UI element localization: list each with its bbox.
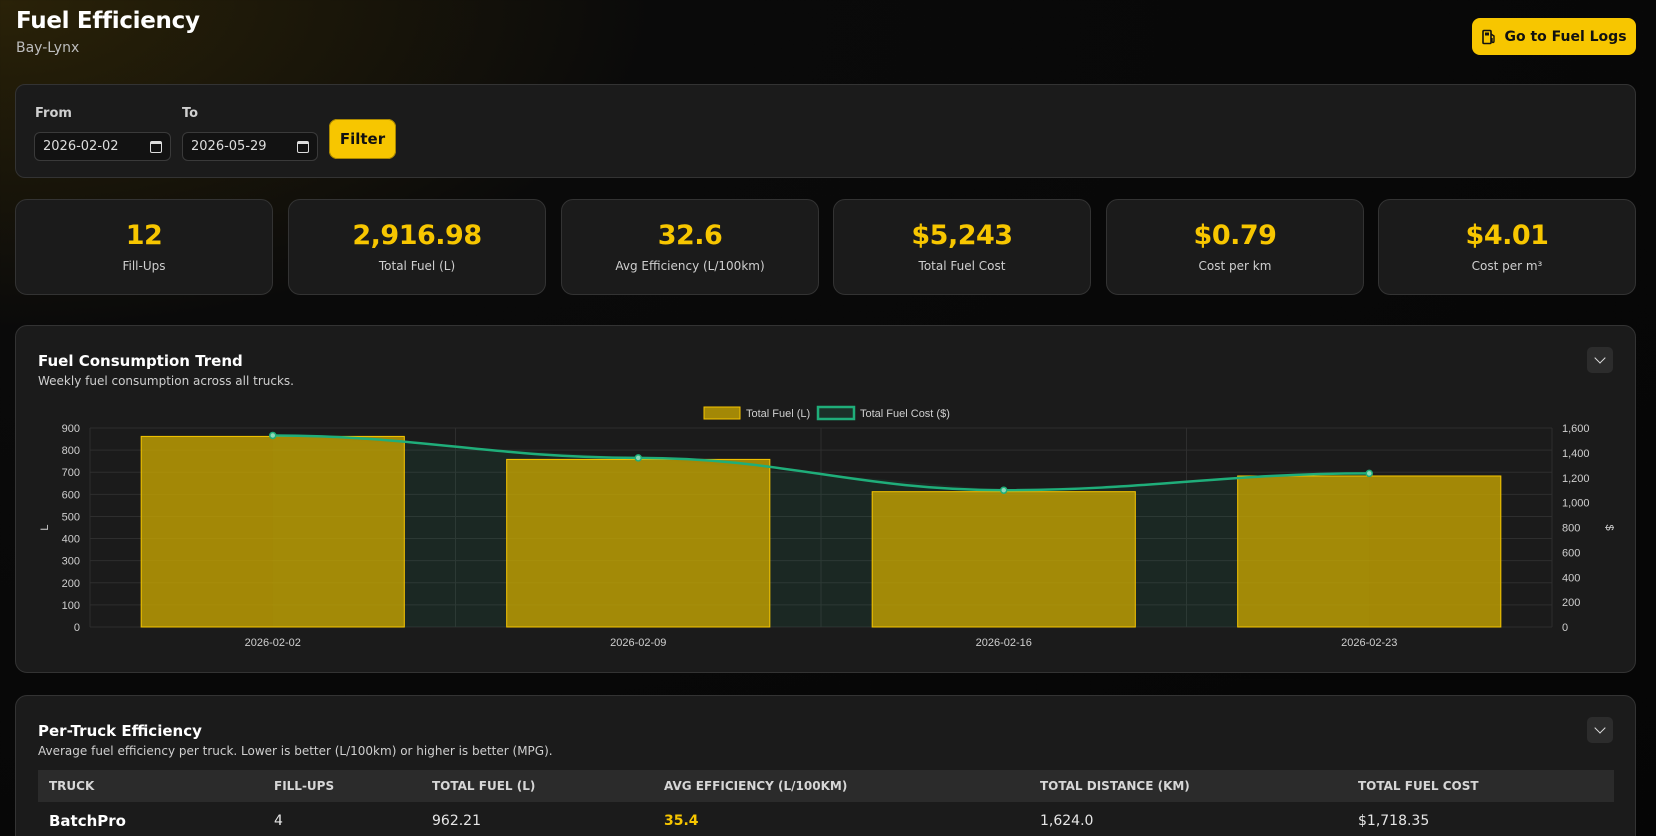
stat-label: Cost per km	[1198, 259, 1272, 273]
y2-tick-label: 1,600	[1562, 423, 1590, 435]
stat-value: 2,916.98	[352, 220, 482, 251]
column-header-total-fuel[interactable]: Total Fuel (L)	[421, 770, 653, 802]
cost-point	[269, 431, 277, 440]
cell-fill-ups: 4	[274, 813, 283, 829]
y2-tick-label: 1,400	[1562, 448, 1590, 460]
y2-axis-label: $	[1603, 524, 1615, 530]
stat-value: $4.01	[1465, 220, 1549, 251]
stat-card-total-fuel: 2,916.98 Total Fuel (L)	[288, 199, 546, 295]
cell-total-distance: 1,624.0	[1040, 813, 1094, 829]
y-tick-label: 400	[62, 534, 80, 546]
legend-label-fuel: Total Fuel (L)	[746, 408, 810, 420]
cost-point	[1000, 486, 1008, 494]
column-header-fill-ups[interactable]: Fill-Ups	[263, 770, 421, 802]
to-date-input[interactable]: 2026-05-29	[182, 132, 318, 161]
efficiency-table: Truck Fill-Ups Total Fuel (L) Avg Effici…	[38, 770, 1614, 836]
y-tick-label: 900	[62, 423, 80, 435]
chevron-down-icon	[1594, 722, 1606, 734]
fuel-trend-chart: 0 100 200 300 400 500 600 700 800 900 0 200 400 600 80…	[39, 405, 1615, 649]
from-date-value: 2026-02-02	[43, 139, 119, 154]
go-to-fuel-logs-label: Go to Fuel Logs	[1504, 28, 1627, 45]
go-to-fuel-logs-button[interactable]: Go to Fuel Logs	[1472, 18, 1636, 55]
legend-swatch-fuel	[703, 406, 741, 420]
y-tick-label: 0	[74, 622, 80, 634]
stat-card-fill-ups: 12 Fill-Ups	[15, 199, 273, 295]
collapse-button[interactable]	[1587, 717, 1613, 743]
column-header-avg-efficiency[interactable]: Avg Efficiency (L/100km)	[653, 770, 1029, 802]
x-tick-label: 2026-02-16	[976, 637, 1032, 649]
fuel-bar	[871, 491, 1136, 628]
y-tick-label: 700	[62, 467, 80, 479]
column-header-total-distance[interactable]: Total Distance (km)	[1029, 770, 1347, 802]
y-tick-label: 800	[62, 445, 80, 457]
cost-point	[1365, 469, 1373, 478]
legend-swatch-cost	[816, 405, 856, 421]
stat-card-total-fuel-cost: $5,243 Total Fuel Cost	[833, 199, 1091, 295]
cell-avg-efficiency: 35.4	[664, 813, 699, 829]
to-date-value: 2026-05-29	[191, 139, 267, 154]
y2-tick-label: 600	[1562, 547, 1580, 559]
table-header-row: Truck Fill-Ups Total Fuel (L) Avg Effici…	[38, 770, 1614, 802]
y-tick-label: 500	[62, 511, 80, 523]
stat-label: Total Fuel Cost	[918, 259, 1006, 273]
page-header: Fuel Efficiency Bay-Lynx	[16, 8, 200, 56]
column-header-truck[interactable]: Truck	[38, 770, 263, 802]
stat-value: $5,243	[911, 220, 1013, 251]
panel-subtitle: Average fuel efficiency per truck. Lower…	[38, 744, 553, 758]
y2-tick-label: 1,200	[1562, 473, 1590, 485]
y-tick-label: 300	[62, 556, 80, 568]
fuel-bar	[506, 458, 771, 628]
y-tick-label: 200	[62, 578, 80, 590]
to-label: To	[182, 106, 199, 121]
company-name: Bay-Lynx	[16, 40, 80, 56]
stat-value: 12	[125, 220, 163, 251]
y2-tick-label: 200	[1562, 597, 1580, 609]
y2-tick-label: 800	[1562, 523, 1580, 535]
cell-total-fuel: 962.21	[432, 813, 481, 829]
cell-truck: BatchPro	[49, 812, 126, 830]
calendar-icon[interactable]	[150, 140, 162, 153]
legend-label-cost: Total Fuel Cost ($)	[860, 408, 950, 420]
y-tick-label: 600	[62, 489, 80, 501]
column-header-total-fuel-cost[interactable]: Total Fuel Cost	[1347, 770, 1614, 802]
y2-tick-label: 400	[1562, 572, 1580, 584]
x-tick-label: 2026-02-09	[610, 637, 666, 649]
stat-card-cost-per-km: $0.79 Cost per km	[1106, 199, 1364, 295]
stat-label: Fill-Ups	[122, 259, 166, 273]
x-tick-label: 2026-02-02	[245, 637, 301, 649]
stat-label: Total Fuel (L)	[378, 259, 456, 273]
from-date-input[interactable]: 2026-02-02	[34, 132, 171, 161]
stat-value: 32.6	[657, 220, 723, 251]
stat-card-cost-per-m3: $4.01 Cost per m³	[1378, 199, 1636, 295]
fuel-bar	[1237, 475, 1502, 628]
calendar-icon[interactable]	[297, 140, 309, 153]
fuel-trend-panel: Fuel Consumption Trend Weekly fuel consu…	[15, 325, 1636, 673]
per-truck-panel: Per-Truck Efficiency Average fuel effici…	[15, 695, 1636, 836]
stat-value: $0.79	[1193, 220, 1277, 251]
date-filter-panel: From 2026-02-02 To 2026-05-29 Filter	[15, 84, 1636, 178]
y-axis-label: L	[39, 524, 51, 530]
y2-tick-label: 0	[1562, 622, 1568, 634]
stat-label: Cost per m³	[1471, 259, 1543, 273]
from-label: From	[35, 106, 72, 121]
cost-point	[634, 454, 642, 462]
fuel-bar	[140, 435, 405, 628]
stat-label: Avg Efficiency (L/100km)	[615, 259, 765, 273]
stat-card-avg-efficiency: 32.6 Avg Efficiency (L/100km)	[561, 199, 819, 295]
filter-button[interactable]: Filter	[329, 119, 396, 159]
cell-total-fuel-cost: $1,718.35	[1358, 813, 1430, 829]
y2-tick-label: 1,000	[1562, 498, 1590, 510]
table-row[interactable]: BatchPro 4 962.21 35.4 1,624.0 $1,718.35	[38, 802, 1614, 836]
page-title: Fuel Efficiency	[16, 8, 200, 34]
x-tick-label: 2026-02-23	[1341, 637, 1397, 649]
y-tick-label: 100	[62, 600, 80, 612]
fuel-pump-icon	[1482, 29, 1496, 44]
panel-title: Per-Truck Efficiency	[38, 722, 202, 740]
